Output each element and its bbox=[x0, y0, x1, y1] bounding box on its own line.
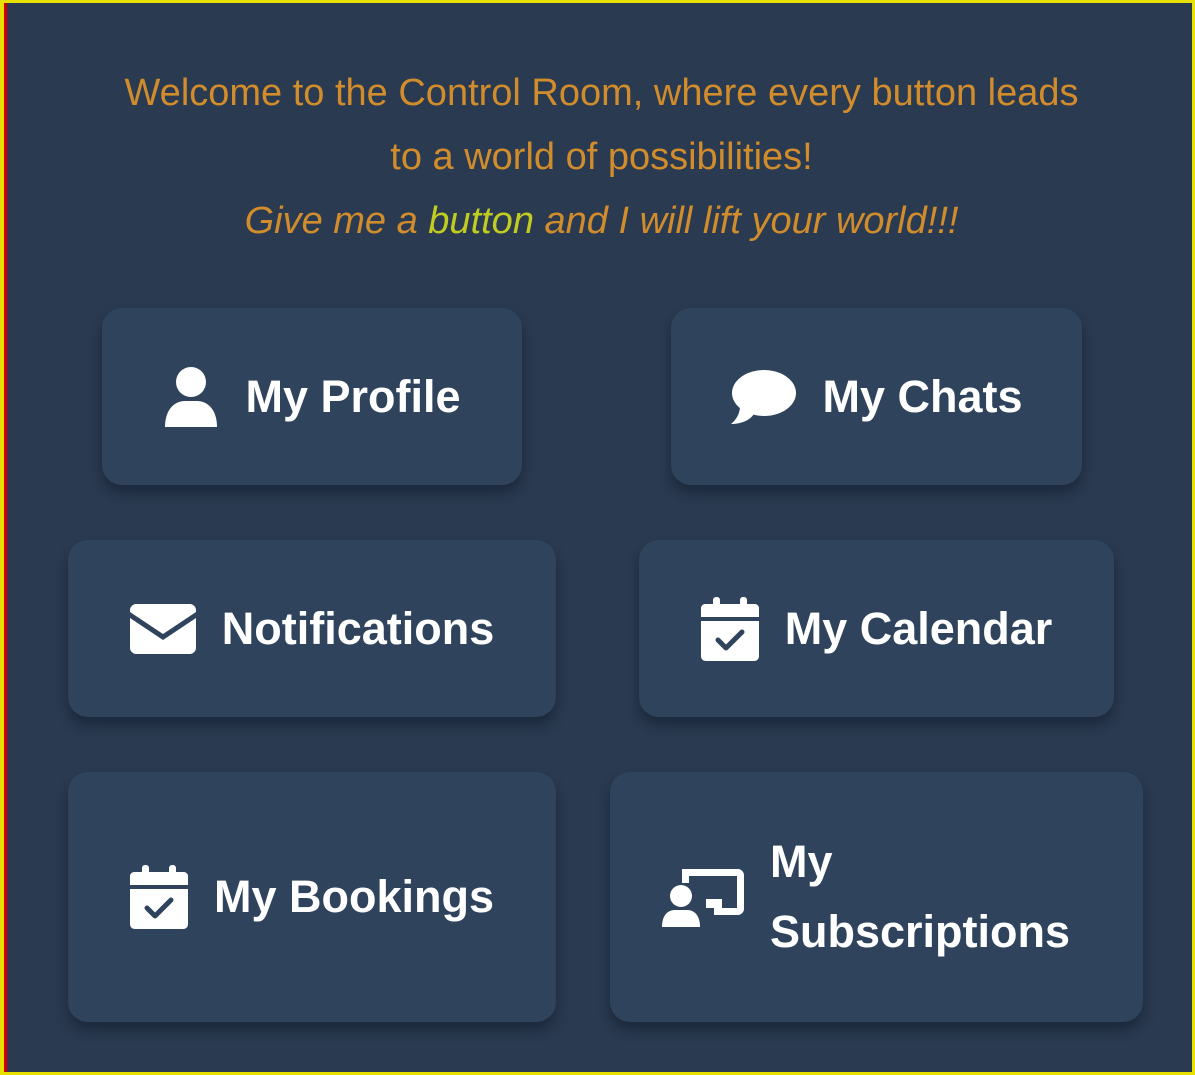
notifications-button[interactable]: Notifications bbox=[68, 540, 556, 717]
tagline-before: Give me a bbox=[244, 200, 429, 242]
calendar-check-icon bbox=[700, 596, 759, 661]
my-subscriptions-label: My Subscriptions bbox=[770, 836, 1071, 957]
welcome-line-1: Welcome to the Control Room, where every… bbox=[124, 72, 1079, 114]
notifications-label: Notifications bbox=[221, 602, 495, 654]
welcome-message: Welcome to the Control Room, where every… bbox=[4, 61, 1192, 253]
presentation-user-icon bbox=[662, 865, 744, 929]
calendar-check-icon bbox=[129, 865, 188, 929]
my-calendar-button[interactable]: My Calendar bbox=[639, 540, 1114, 717]
my-bookings-button[interactable]: My Bookings bbox=[68, 772, 556, 1022]
user-icon bbox=[163, 365, 219, 429]
envelope-icon bbox=[129, 603, 196, 654]
my-profile-button[interactable]: My Profile bbox=[102, 308, 522, 485]
tagline-after: and I will lift your world!!! bbox=[533, 200, 959, 242]
my-calendar-label: My Calendar bbox=[784, 602, 1053, 654]
welcome-line-2: to a world of possibilities! bbox=[390, 136, 813, 178]
chat-bubble-icon bbox=[730, 368, 797, 426]
tagline: Give me a button and I will lift your wo… bbox=[4, 189, 1192, 253]
my-profile-label: My Profile bbox=[245, 370, 461, 422]
tagline-highlight: button bbox=[428, 200, 534, 242]
my-subscriptions-button[interactable]: My Subscriptions bbox=[610, 772, 1143, 1022]
my-bookings-label: My Bookings bbox=[213, 871, 495, 922]
my-chats-label: My Chats bbox=[822, 370, 1023, 422]
my-chats-button[interactable]: My Chats bbox=[671, 308, 1082, 485]
control-room-panel: Welcome to the Control Room, where every… bbox=[0, 0, 1195, 1075]
